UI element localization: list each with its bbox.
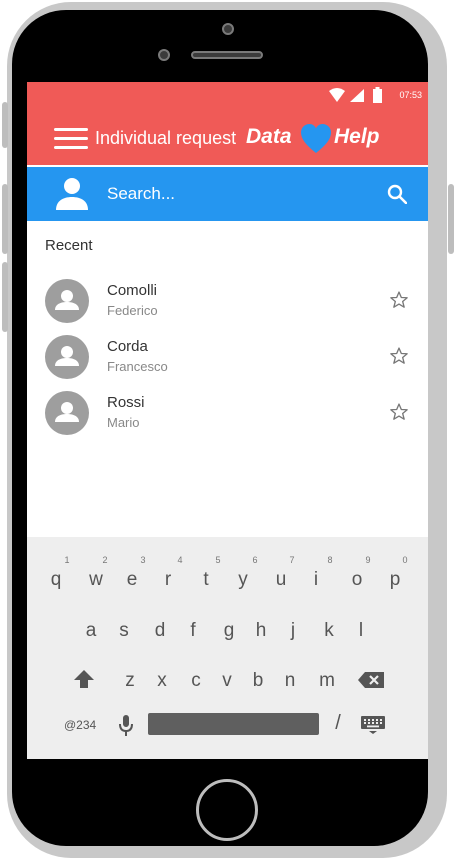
contact-name: Rossi (107, 394, 145, 411)
page-title: Individual request (95, 128, 237, 148)
home-button[interactable] (196, 779, 258, 841)
avatar (45, 279, 89, 323)
key-t[interactable]: t (191, 569, 221, 591)
key-w[interactable]: w (81, 569, 111, 591)
avatar (45, 335, 89, 379)
key-s[interactable]: s (109, 620, 139, 642)
contact-first-name: Federico (107, 303, 158, 318)
avatar (45, 391, 89, 435)
key-a[interactable]: a (76, 620, 106, 642)
wifi-icon (329, 88, 345, 102)
avatar-person-icon (55, 290, 79, 310)
contact-list-item[interactable]: Corda Francesco (27, 335, 428, 391)
search-icon[interactable] (387, 184, 407, 204)
symbols-key[interactable]: @234 (64, 718, 96, 732)
status-bar: 07:53 (27, 82, 428, 110)
shift-icon[interactable] (73, 669, 95, 689)
key-l[interactable]: l (346, 620, 376, 642)
key-hint: 5 (215, 555, 221, 565)
search-input[interactable]: Search... (107, 184, 175, 204)
key-slash[interactable]: / (323, 712, 353, 735)
contact-list-item[interactable]: Comolli Federico (27, 279, 428, 335)
contact-name: Corda (107, 338, 148, 355)
phone-screen: 07:53 Individual request Data Help Searc… (27, 82, 428, 759)
key-h[interactable]: h (246, 620, 276, 642)
key-c[interactable]: c (181, 670, 211, 692)
soft-keyboard: 1 2 3 4 5 6 7 8 9 0 q w e r t y u i o p … (27, 537, 428, 759)
key-x[interactable]: x (147, 670, 177, 692)
contact-first-name: Mario (107, 415, 140, 430)
contact-first-name: Francesco (107, 359, 168, 374)
signal-icon (350, 89, 364, 102)
backspace-icon[interactable] (357, 671, 385, 689)
key-r[interactable]: r (153, 569, 183, 591)
volume-down-button (2, 184, 8, 254)
star-icon[interactable] (389, 346, 409, 366)
key-f[interactable]: f (178, 620, 208, 642)
key-hint: 9 (365, 555, 371, 565)
key-n[interactable]: n (275, 670, 305, 692)
logo-text-right: Help (334, 125, 380, 148)
key-b[interactable]: b (243, 670, 273, 692)
key-hint: 8 (327, 555, 333, 565)
star-icon[interactable] (389, 290, 409, 310)
key-hint: 4 (177, 555, 183, 565)
key-hint: 3 (140, 555, 146, 565)
hamburger-menu-icon[interactable] (54, 128, 88, 150)
space-bar[interactable] (148, 713, 319, 735)
mute-switch (2, 262, 8, 332)
key-k[interactable]: k (314, 620, 344, 642)
avatar-person-icon (55, 402, 79, 422)
key-u[interactable]: u (266, 569, 296, 591)
key-p[interactable]: p (380, 569, 410, 591)
sensor-icon (158, 49, 170, 61)
star-icon[interactable] (389, 402, 409, 422)
key-q[interactable]: q (41, 569, 71, 591)
front-camera-icon (222, 23, 234, 35)
key-z[interactable]: z (115, 670, 145, 692)
key-o[interactable]: o (342, 569, 372, 591)
key-m[interactable]: m (312, 670, 342, 692)
app-bar: Individual request Data Help (27, 110, 428, 165)
volume-up-button (2, 102, 8, 148)
power-button (448, 184, 454, 254)
key-y[interactable]: y (228, 569, 258, 591)
key-j[interactable]: j (278, 620, 308, 642)
key-e[interactable]: e (117, 569, 147, 591)
key-hint: 0 (402, 555, 408, 565)
recent-section-label: Recent (45, 237, 93, 254)
contact-list-item[interactable]: Rossi Mario (27, 391, 428, 447)
heart-icon (301, 124, 331, 153)
key-hint: 7 (289, 555, 295, 565)
microphone-icon[interactable] (119, 715, 133, 737)
key-g[interactable]: g (214, 620, 244, 642)
keyboard-hide-icon[interactable] (360, 715, 386, 735)
battery-icon (373, 87, 382, 103)
key-hint: 1 (64, 555, 70, 565)
key-hint: 2 (102, 555, 108, 565)
contact-name: Comolli (107, 282, 158, 299)
avatar-person-icon (55, 346, 79, 366)
status-time: 07:53 (399, 90, 422, 100)
key-v[interactable]: v (212, 670, 242, 692)
key-i[interactable]: i (301, 569, 331, 591)
logo-text-left: Data (246, 125, 292, 148)
earpiece-speaker (191, 51, 263, 59)
key-hint: 6 (252, 555, 258, 565)
key-d[interactable]: d (145, 620, 175, 642)
search-bar[interactable]: Search... (27, 167, 428, 221)
person-icon (56, 178, 88, 210)
